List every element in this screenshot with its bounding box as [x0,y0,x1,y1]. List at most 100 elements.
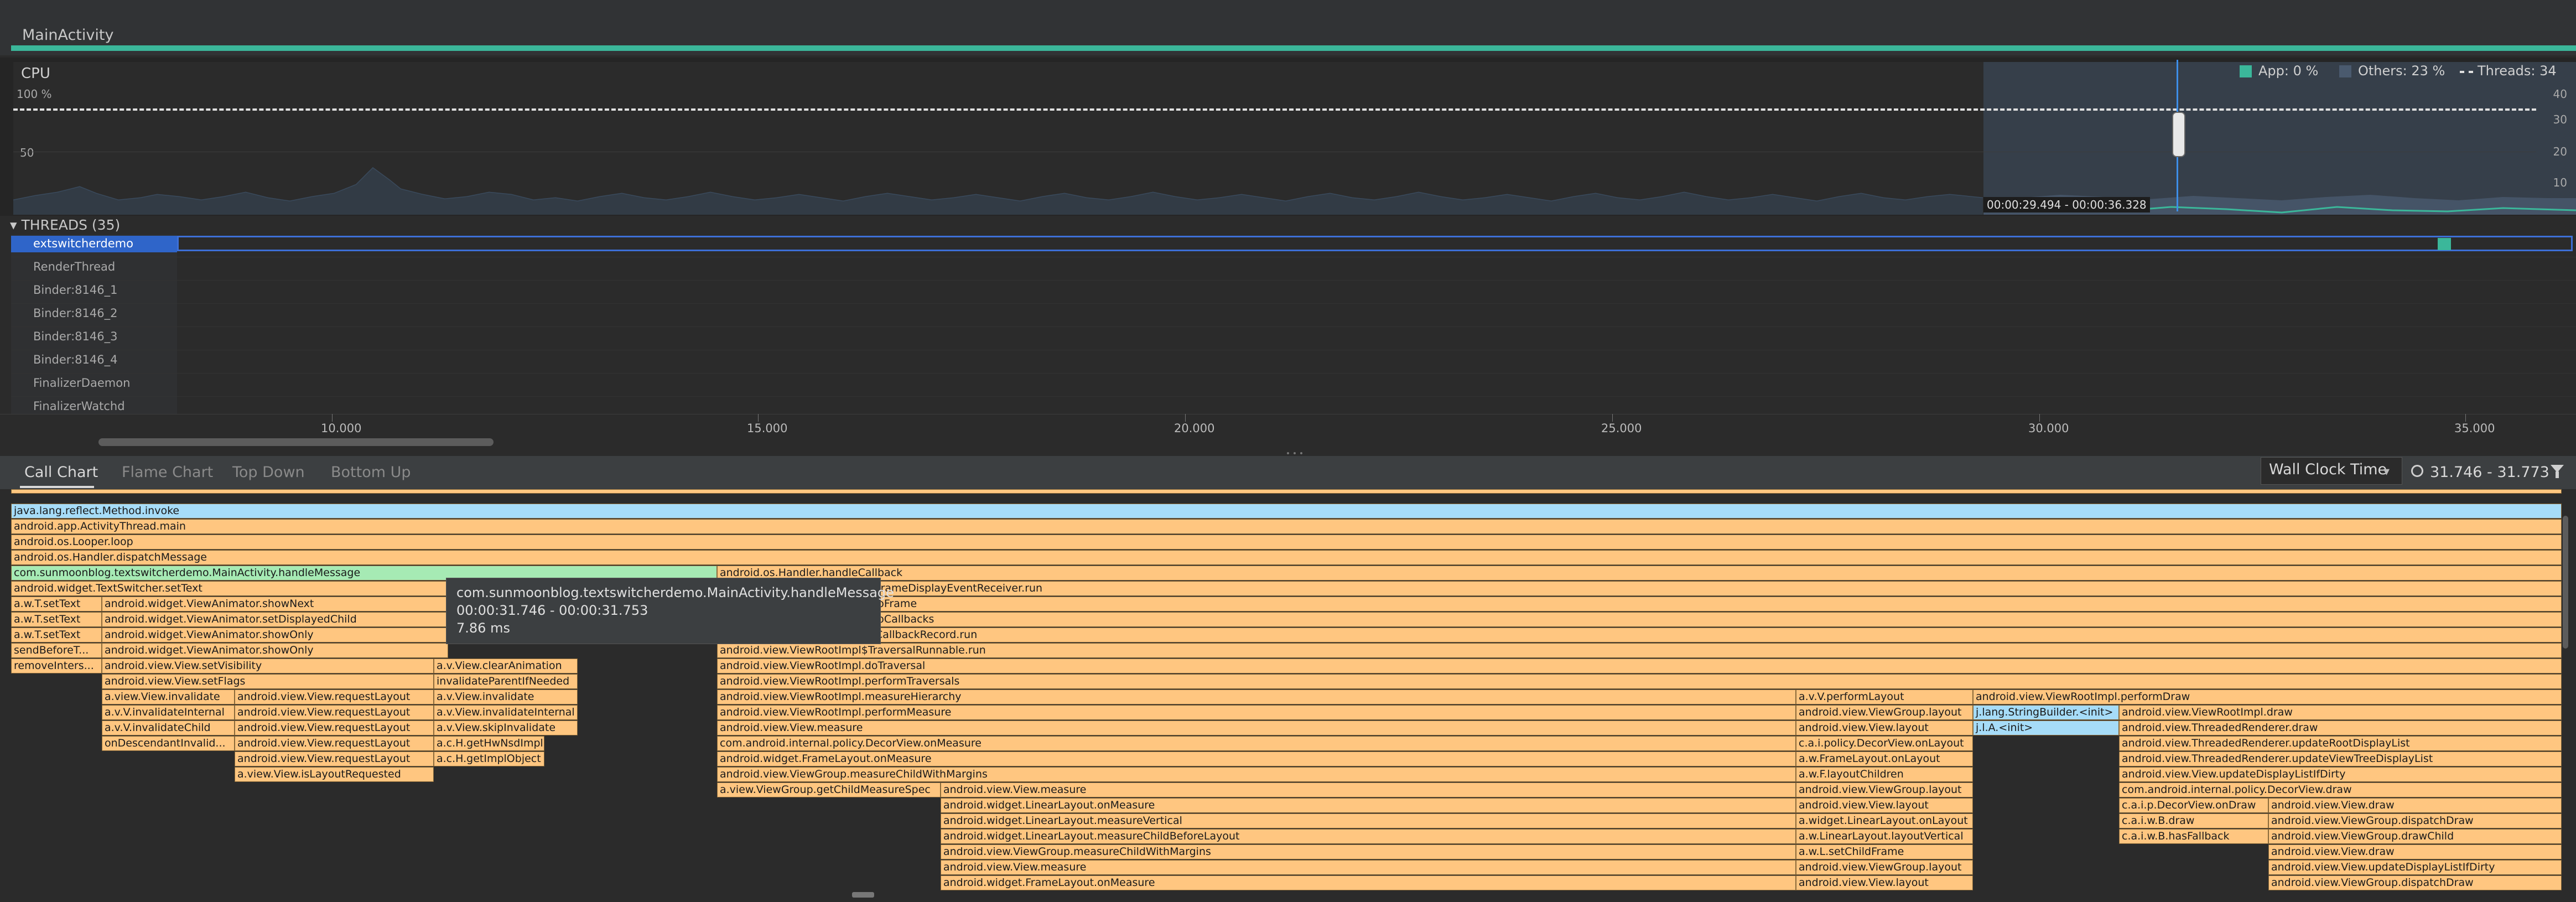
call-chart-frame[interactable]: com.android.internal.policy.DecorView.dr… [2119,782,2562,797]
call-chart-frame[interactable]: android.view.View.requestLayout [235,705,434,720]
call-chart-frame[interactable]: android.view.View.requestLayout [235,736,434,751]
call-chart-frame[interactable]: removeInters... [11,659,102,673]
bottom-resize-grip[interactable] [852,892,874,898]
call-chart-frame[interactable]: android.view.ViewGroup.dispatchDraw [2268,813,2562,828]
filter-icon-stem[interactable] [2556,471,2559,478]
tab-call-chart[interactable]: Call Chart [24,464,98,481]
call-chart-frame[interactable]: android.view.ViewRootImpl.measureHierarc… [717,690,1796,704]
call-chart-vertical-scrollbar[interactable] [2563,516,2568,649]
call-chart-frame[interactable]: android.view.View.requestLayout [235,751,434,766]
call-chart-frame[interactable]: android.view.ViewGroup.layout [1796,782,1973,797]
call-chart-frame[interactable]: android.view.View.draw [2268,798,2562,813]
call-chart-frame[interactable]: a.w.T.setText [11,612,102,627]
call-chart-frame[interactable]: a.v.View.skipInvalidate [434,720,578,735]
call-chart-frame[interactable]: android.view.Choreographer.doCallbacks [717,612,2562,627]
session-activity-bar[interactable] [11,45,2576,51]
call-chart-frame[interactable] [11,489,2562,494]
call-chart-frame[interactable]: android.view.View.layout [1796,720,1973,735]
call-chart-frame[interactable]: android.widget.FrameLayout.onMeasure [941,875,1796,890]
call-chart-frame[interactable]: android.view.View.setFlags [102,674,434,689]
call-chart-frame[interactable]: a.w.L.setChildFrame [1796,844,1973,859]
call-chart-frame[interactable]: c.a.i.policy.DecorView.onLayout [1796,736,1973,751]
call-chart-frame[interactable]: android.widget.ViewAnimator.setDisplayed… [102,612,448,627]
call-chart-frame[interactable]: android.view.ViewRootImpl$TraversalRunna… [717,643,2562,658]
call-chart-frame[interactable]: android.view.ThreadedRenderer.updateView… [2119,751,2562,766]
tab-bottom-up[interactable]: Bottom Up [331,464,411,481]
call-chart-frame[interactable]: com.android.internal.policy.DecorView.on… [717,736,1796,751]
call-chart-frame[interactable]: sendBeforeT... [11,643,102,658]
thread-row[interactable]: RenderThread [11,258,2576,281]
collapse-triangle-icon[interactable]: ▾ [10,217,17,233]
call-chart-frame[interactable]: android.widget.ViewAnimator.showOnly [102,628,448,642]
call-chart-frame[interactable]: a.w.T.setText [11,597,102,611]
call-chart-frame[interactable]: a.w.F.layoutChildren [1796,767,1973,782]
call-chart-frame[interactable]: a.w.T.setText [11,628,102,642]
thread-row[interactable]: extswitcherdemo [11,235,2576,257]
threads-header[interactable] [0,216,2576,234]
call-chart-frame[interactable]: android.widget.LinearLayout.onMeasure [941,798,1796,813]
call-chart-frame[interactable]: android.view.ThreadedRenderer.draw [2119,720,2562,735]
call-chart-frame[interactable]: a.c.H.getImplObject [434,751,544,766]
call-chart-frame[interactable]: android.view.Choreographer.doFrame [717,597,2562,611]
call-chart-frame[interactable]: a.view.View.isLayoutRequested [235,767,434,782]
call-chart-frame[interactable]: onDescendantInvalid... [102,736,235,751]
thread-row[interactable]: Binder:8146_2 [11,304,2576,327]
call-chart-frame[interactable]: invalidateParentIfNeeded [434,674,578,689]
call-chart-frame[interactable]: android.view.View.draw [2268,844,2562,859]
call-chart-frame[interactable]: a.w.LinearLayout.layoutVertical [1796,829,1973,844]
call-chart-frame[interactable]: a.view.View.invalidate [102,690,235,704]
call-chart-frame[interactable]: android.widget.ViewAnimator.showOnly [102,643,448,658]
call-chart-frame[interactable]: android.view.View.measure [941,860,1796,875]
clock-mode-dropdown[interactable]: Wall Clock Time [2261,457,2402,485]
call-chart-frame[interactable]: android.view.ViewRootImpl.performTravers… [717,674,2562,689]
call-chart-frame[interactable]: android.widget.LinearLayout.measureChild… [941,829,1796,844]
call-chart-frame[interactable]: android.view.Choreographer$FrameDisplayE… [717,581,2562,596]
call-chart-frame[interactable]: android.widget.ViewAnimator.showNext [102,597,448,611]
call-chart-frame[interactable]: android.view.ViewGroup.layout [1796,860,1973,875]
call-chart-frame[interactable]: android.view.ThreadedRenderer.updateRoot… [2119,736,2562,751]
call-chart-frame[interactable]: a.v.View.invalidate [434,690,578,704]
call-chart-frame[interactable]: a.w.FrameLayout.onLayout [1796,751,1973,766]
call-chart-frame[interactable]: android.os.Looper.loop [11,535,2562,550]
call-chart-frame[interactable]: android.view.View.updateDisplayListIfDir… [2268,860,2562,875]
call-chart-frame[interactable]: android.os.Handler.dispatchMessage [11,550,2562,565]
call-chart-frame[interactable]: android.view.ViewGroup.measureChildWithM… [717,767,1796,782]
threads-title[interactable]: ▾ THREADS (35) [10,217,120,233]
call-chart-frame[interactable]: android.widget.FrameLayout.onMeasure [717,751,1796,766]
thread-row[interactable]: Binder:8146_1 [11,281,2576,304]
call-chart-frame[interactable]: android.view.View.requestLayout [235,690,434,704]
call-chart-frame[interactable]: android.view.View.layout [1796,875,1973,890]
thread-row[interactable]: Binder:8146_3 [11,328,2576,350]
call-chart-frame[interactable]: android.view.View.setVisibility [102,659,434,673]
tab-flame-chart[interactable]: Flame Chart [122,464,213,481]
call-chart-frame[interactable]: android.view.View.updateDisplayListIfDir… [2119,767,2562,782]
chevron-down-icon[interactable]: ▾ [2383,465,2390,479]
thread-row[interactable]: Binder:8146_4 [11,351,2576,374]
call-chart[interactable]: java.lang.reflect.Method.invoke android.… [0,489,2576,902]
call-chart-frame[interactable]: c.a.i.w.B.draw [2119,813,2268,828]
call-chart-frame[interactable]: a.v.V.invalidateChild [102,720,235,735]
call-chart-frame[interactable]: a.c.H.getHwNsdImpl [434,736,544,751]
call-chart-frame[interactable]: a.view.ViewGroup.getChildMeasureSpec [717,782,941,797]
call-chart-frame[interactable]: android.view.ViewGroup.dispatchDraw [2268,875,2562,890]
call-chart-frame[interactable]: android.view.ViewRootImpl.performMeasure [717,705,1796,720]
call-chart-frame[interactable]: a.v.V.invalidateInternal [102,705,235,720]
call-chart-frame[interactable]: a.v.View.clearAnimation [434,659,578,673]
call-chart-frame[interactable]: a.v.View.invalidateInternal [434,705,578,720]
call-chart-frame[interactable]: a.widget.LinearLayout.onLayout [1796,813,1973,828]
call-chart-frame[interactable]: android.view.ViewRootImpl.doTraversal [717,659,2562,673]
tab-top-down[interactable]: Top Down [232,464,305,481]
call-chart-frame[interactable]: android.view.ViewRootImpl.draw [2119,705,2562,720]
call-chart-frame[interactable]: android.view.Choreographer$CallbackRecor… [717,628,2562,642]
call-chart-frame[interactable]: j.l.A.<init> [1973,720,2119,735]
call-chart-frame[interactable]: java.lang.reflect.Method.invoke [11,504,2562,519]
splitter-grip-icon[interactable] [1284,447,1306,454]
call-chart-frame[interactable]: c.a.i.p.DecorView.onDraw [2119,798,2268,813]
timeline-horizontal-scrollbar[interactable] [98,438,494,446]
call-chart-frame[interactable]: android.view.ViewGroup.measureChildWithM… [941,844,1796,859]
call-chart-frame[interactable]: android.view.View.measure [717,720,1796,735]
call-chart-frame[interactable]: android.widget.LinearLayout.measureVerti… [941,813,1796,828]
call-chart-frame[interactable]: android.view.ViewRootImpl.performDraw [1973,690,2562,704]
call-chart-frame[interactable]: android.view.ViewGroup.drawChild [2268,829,2562,844]
call-chart-frame[interactable]: j.lang.StringBuilder.<init> [1973,705,2119,720]
